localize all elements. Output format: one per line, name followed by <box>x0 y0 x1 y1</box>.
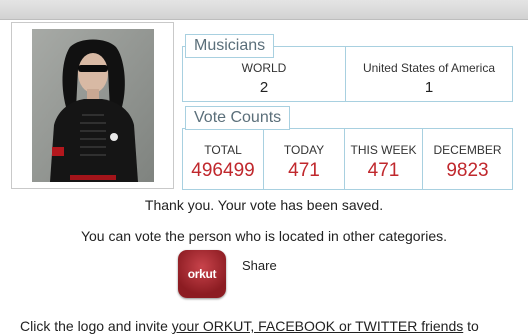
orkut-logo-text: orkut <box>187 267 217 281</box>
rank-country-value: 1 <box>424 79 434 96</box>
invite-message: Click the logo and invite your ORKUT, FA… <box>20 318 479 334</box>
other-categories-message: You can vote the person who is located i… <box>80 228 448 244</box>
vote-this-week: THIS WEEK 471 <box>345 129 423 189</box>
vote-total: TOTAL 496499 <box>183 129 264 189</box>
vote-total-label: TOTAL <box>204 143 242 157</box>
vote-december-value: 9823 <box>446 160 489 181</box>
top-bar <box>0 0 528 20</box>
vote-saved-message: Thank you. Your vote has been saved. <box>144 197 384 213</box>
vote-today-value: 471 <box>288 160 320 181</box>
vote-this-week-value: 471 <box>367 160 400 181</box>
musicians-title: Musicians <box>185 34 275 58</box>
vote-today-label: TODAY <box>283 143 325 157</box>
rank-world-value: 2 <box>259 79 269 96</box>
vote-december: DECEMBER 9823 <box>423 129 512 189</box>
vote-today: TODAY 471 <box>264 129 345 189</box>
vote-counts-panel: TOTAL 496499 TODAY 471 THIS WEEK 471 DEC… <box>182 128 513 190</box>
vote-counts-title: Vote Counts <box>185 106 291 130</box>
invite-friends-link[interactable]: your ORKUT, FACEBOOK or TWITTER friends <box>172 318 463 334</box>
rank-country-label: United States of America <box>362 61 496 75</box>
profile-photo-frame <box>11 22 174 189</box>
rank-world-label: WORLD <box>241 61 287 75</box>
profile-photo <box>32 29 154 182</box>
orkut-share-button[interactable]: orkut <box>178 250 226 298</box>
rank-country: United States of America 1 <box>346 47 512 101</box>
invite-suffix: to <box>463 318 479 334</box>
vote-december-label: DECEMBER <box>433 143 502 157</box>
vote-total-value: 496499 <box>191 160 255 181</box>
share-label: Share <box>242 258 277 273</box>
invite-prefix: Click the logo and invite <box>20 318 172 334</box>
vote-this-week-label: THIS WEEK <box>350 143 417 157</box>
